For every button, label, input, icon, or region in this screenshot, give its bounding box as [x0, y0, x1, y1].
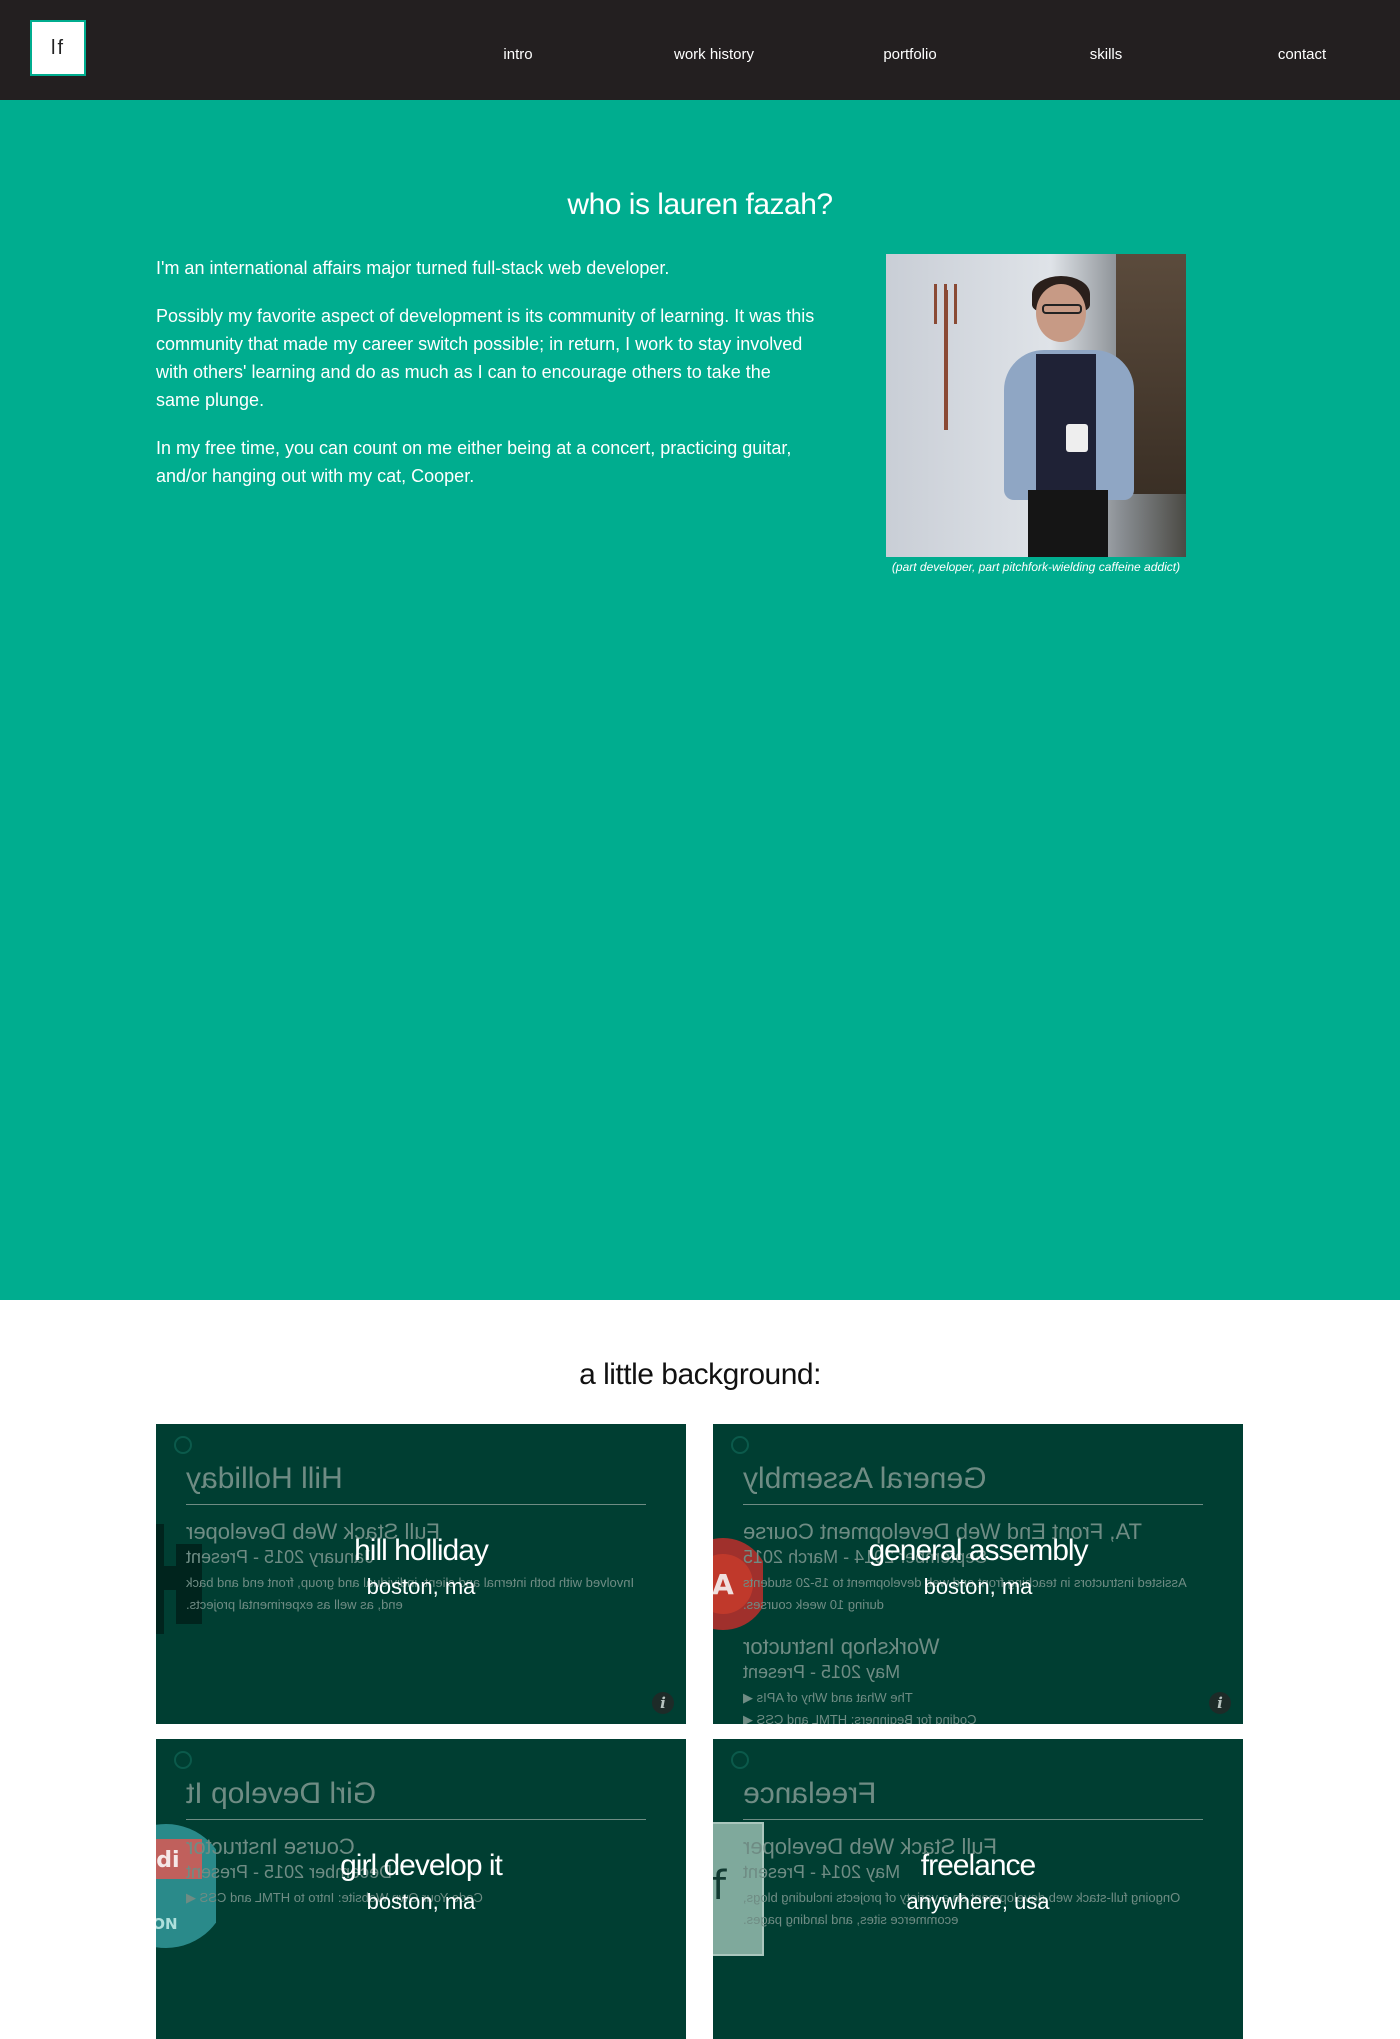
nav-link-contact[interactable]: contact — [1278, 46, 1326, 63]
work-card-girl-develop-it[interactable]: gdi TON Girl Develop It Course Instructo… — [156, 1739, 686, 2039]
work-card-freelance[interactable]: f Freelance Full Stack Web Developer May… — [713, 1739, 1243, 2039]
top-nav: lf intro work history portfolio skills c… — [0, 0, 1400, 100]
info-icon[interactable]: i — [652, 1692, 674, 1714]
card-name: hill holliday — [354, 1534, 489, 1567]
intro-title: who is lauren fazah? — [567, 188, 833, 221]
corner-icon — [174, 1751, 192, 1769]
intro-paragraph: Possibly my favorite aspect of developme… — [156, 306, 815, 410]
corner-icon — [731, 1751, 749, 1769]
card-name: general assembly — [868, 1534, 1088, 1567]
work-card-general-assembly[interactable]: A General Assembly TA, Front End Web Dev… — [713, 1424, 1243, 1724]
profile-photo — [886, 254, 1186, 557]
nav-link-work-history[interactable]: work history — [674, 46, 754, 63]
corner-icon — [731, 1436, 749, 1454]
card-name: freelance — [920, 1849, 1036, 1882]
logo-button[interactable]: lf — [30, 20, 86, 76]
svg-text:TON: TON — [156, 1915, 178, 1933]
intro-paragraph: In my free time, you can count on me eit… — [156, 438, 792, 486]
background-title: a little background: — [579, 1358, 821, 1391]
card-location: boston, ma — [366, 1889, 476, 1914]
intro-text: I'm an international affairs major turne… — [156, 254, 816, 510]
corner-icon — [174, 1436, 192, 1454]
card-location: anywhere, usa — [906, 1889, 1050, 1914]
photo-caption: (part developer, part pitchfork-wielding… — [891, 560, 1181, 574]
nav-link-skills[interactable]: skills — [1090, 46, 1123, 63]
card-location: boston, ma — [923, 1574, 1033, 1599]
card-name: girl develop it — [340, 1849, 503, 1882]
work-card-hill-holliday[interactable]: Hill Holliday Full Stack Web Developer J… — [156, 1424, 686, 1724]
nav-link-intro[interactable]: intro — [503, 46, 532, 63]
nav-link-portfolio[interactable]: portfolio — [883, 46, 936, 63]
intro-section: who is lauren fazah? I'm an internationa… — [0, 100, 1400, 1300]
info-icon[interactable]: i — [1209, 1692, 1231, 1714]
intro-paragraph: I'm an international affairs major turne… — [156, 258, 670, 278]
card-location: boston, ma — [366, 1574, 476, 1599]
